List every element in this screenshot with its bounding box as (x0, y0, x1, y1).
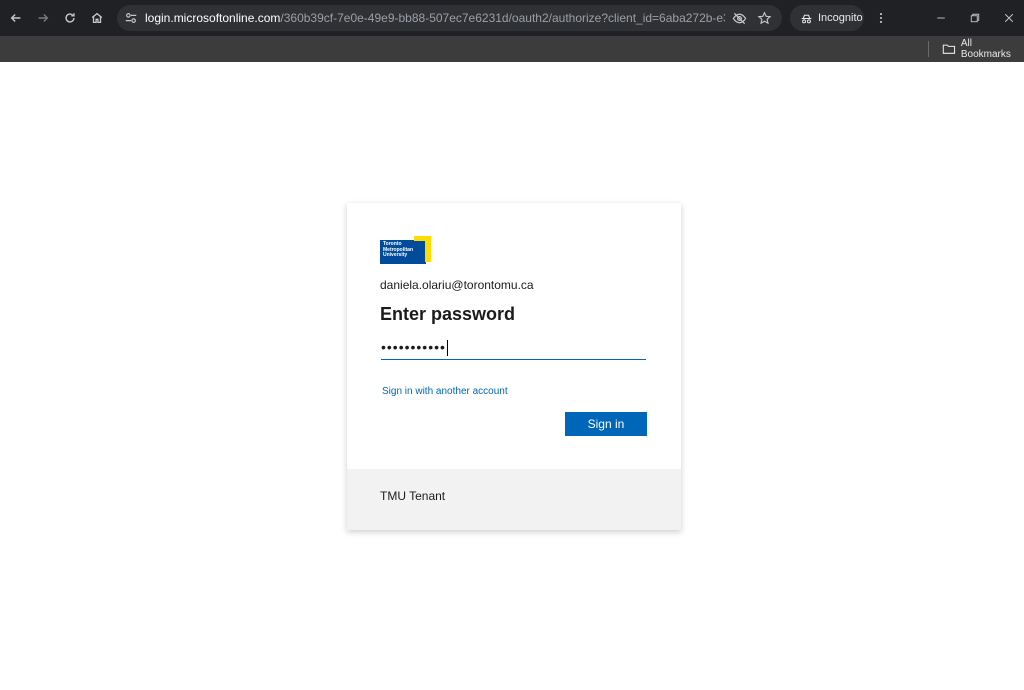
reload-icon[interactable] (58, 6, 82, 30)
text-caret (446, 340, 448, 357)
browser-chrome: login.microsoftonline.com/360b39cf-7e0e-… (0, 0, 1024, 62)
bookmark-star-icon[interactable] (756, 10, 772, 26)
eye-slash-icon[interactable] (731, 10, 747, 26)
account-email: daniela.olariu@torontomu.ca (380, 278, 534, 292)
close-icon[interactable] (999, 8, 1019, 28)
browser-menu-icon[interactable] (871, 8, 891, 28)
browser-toolbar: login.microsoftonline.com/360b39cf-7e0e-… (0, 0, 1024, 36)
incognito-label: Incognito (818, 12, 863, 24)
tenant-name: TMU Tenant (380, 489, 446, 503)
login-card-body: Toronto Metropolitan University daniela.ol… (347, 203, 681, 469)
logo-text: Toronto Metropolitan University (383, 241, 413, 258)
tenant-footer: TMU Tenant (347, 469, 681, 530)
another-account-link[interactable]: Sign in with another account (382, 386, 508, 397)
page-title: Enter password (380, 304, 516, 324)
url-host: login.microsoftonline.com (145, 11, 281, 25)
incognito-badge[interactable]: Incognito (790, 5, 864, 31)
url-path: /360b39cf-7e0e-49e9-bb88-507ec7e6231d/oa… (280, 11, 725, 25)
all-bookmarks-button[interactable]: All Bookmarks (942, 38, 1024, 60)
restore-icon[interactable] (965, 8, 985, 28)
logo-yellow-bar (425, 236, 431, 262)
minimize-icon[interactable] (931, 8, 951, 28)
folder-icon (942, 44, 956, 54)
site-settings-icon[interactable] (123, 10, 139, 26)
all-bookmarks-label: All Bookmarks (960, 38, 1011, 60)
address-bar[interactable]: login.microsoftonline.com/360b39cf-7e0e-… (117, 5, 782, 31)
login-card: Toronto Metropolitan University daniela.ol… (347, 203, 681, 530)
bookmarks-divider (928, 41, 929, 57)
home-icon[interactable] (85, 6, 109, 30)
bookmarks-bar: All Bookmarks (0, 36, 1024, 62)
forward-icon[interactable] (31, 6, 55, 30)
password-value: ••••••••••• (381, 339, 446, 355)
password-input[interactable]: ••••••••••• (381, 339, 646, 360)
tmu-logo: Toronto Metropolitan University (380, 236, 431, 264)
back-icon[interactable] (4, 6, 28, 30)
sign-in-button[interactable]: Sign in (565, 412, 647, 436)
url-text[interactable]: login.microsoftonline.com/360b39cf-7e0e-… (145, 5, 725, 31)
incognito-icon (801, 14, 812, 23)
